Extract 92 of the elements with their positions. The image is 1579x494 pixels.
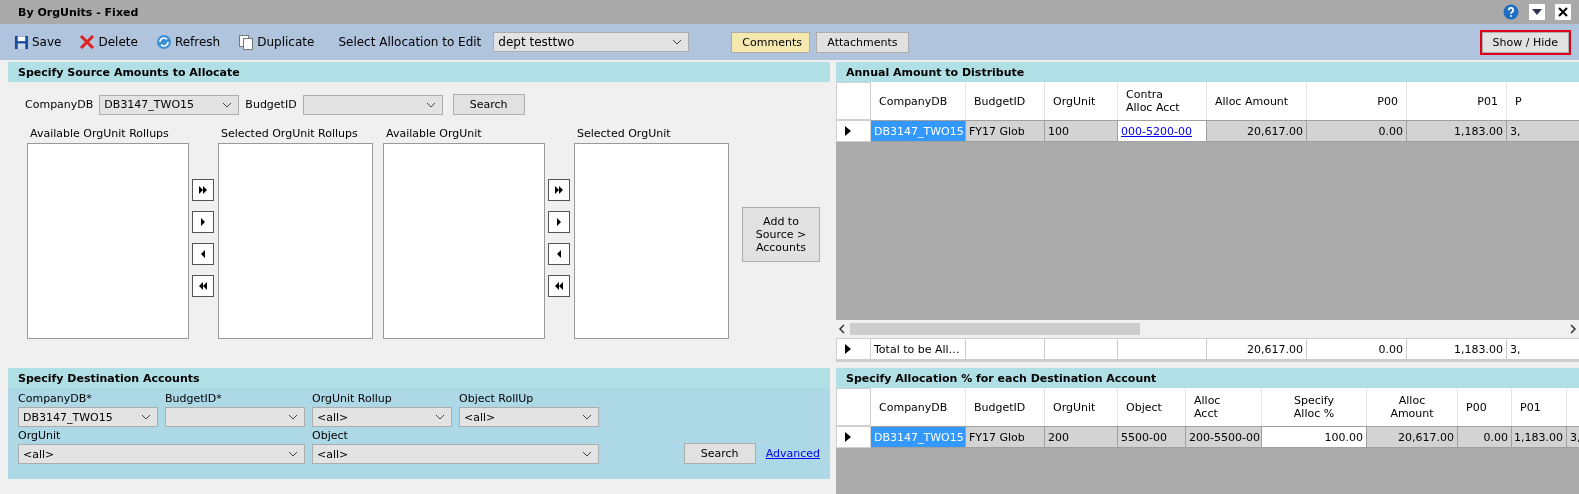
total-label: Total to be All…	[871, 338, 966, 360]
double-arrow-button[interactable]	[192, 179, 214, 201]
double-arrow-button[interactable]	[192, 275, 214, 297]
attachments-button[interactable]: Attachments	[816, 31, 909, 53]
table-cell: 200	[1045, 426, 1118, 448]
row-pointer-icon	[845, 432, 851, 442]
double-left-arrow-icon	[197, 281, 209, 291]
arrow-button[interactable]	[192, 243, 214, 265]
filter-dropdown[interactable]: <all>	[312, 407, 452, 427]
total-cell: 1,183.00	[1407, 338, 1507, 360]
scroll-right-icon[interactable]	[1569, 324, 1577, 334]
allocation-dropdown[interactable]: dept testtwo	[493, 32, 690, 52]
total-cell: 20,617.00	[1207, 338, 1307, 360]
chevron-down-icon	[222, 101, 233, 108]
double-left-arrow-icon	[553, 281, 565, 291]
chevron-down-icon	[288, 414, 298, 420]
help-icon[interactable]	[1503, 4, 1519, 20]
total-cell: 0.00	[1307, 338, 1407, 360]
list-label: Selected OrgUnit	[576, 127, 672, 141]
double-arrow-button[interactable]	[548, 179, 570, 201]
table-cell: 20,617.00	[1207, 120, 1307, 142]
table-cell: 1,183.00	[1512, 426, 1567, 448]
add-to-source-button[interactable]: Add to Source > Accounts	[742, 207, 820, 262]
chevron-down-icon	[288, 451, 298, 457]
field-label: CompanyDB*	[18, 392, 93, 405]
table-cell: DB3147_TWO15	[871, 120, 966, 142]
table-cell: FY17 Glob	[966, 426, 1045, 448]
scroll-left-icon[interactable]	[838, 324, 846, 334]
copy-icon	[238, 34, 255, 50]
chevron-down-icon	[582, 451, 592, 457]
field-label: BudgetID*	[165, 392, 223, 405]
row-pointer-icon	[845, 344, 851, 354]
search-button[interactable]: Search	[452, 94, 525, 115]
chevron-down-icon	[582, 414, 592, 420]
field-label: BudgetID	[245, 98, 297, 111]
percent-input[interactable]: 100.00	[1262, 426, 1367, 448]
close-icon[interactable]	[1555, 4, 1571, 20]
row-pointer-icon	[845, 126, 851, 136]
chevron-down-icon	[435, 414, 445, 420]
comments-button[interactable]: Comments	[731, 31, 811, 53]
company-dropdown[interactable]: DB3147_TWO15	[99, 94, 240, 115]
field-label: OrgUnit Rollup	[312, 392, 393, 405]
delete-icon	[79, 34, 96, 50]
account-link[interactable]: 000-5200-00	[1118, 120, 1207, 142]
section-header: Specify Destination Accounts	[8, 368, 830, 388]
section-header: Annual Amount to Distribute	[836, 62, 1579, 82]
allocation-label: Select Allocation to Edit	[338, 35, 482, 49]
list-label: Available OrgUnit Rollups	[29, 127, 170, 141]
dropdown-icon[interactable]	[1529, 4, 1545, 20]
double-right-arrow-icon	[197, 185, 209, 195]
table-cell: 3,	[1507, 120, 1579, 142]
table-cell: 5500-00	[1118, 426, 1186, 448]
toolbar-button[interactable]: Delete	[75, 34, 142, 50]
chevron-down-icon	[141, 414, 151, 420]
field-label: CompanyDB	[25, 98, 94, 111]
filter-dropdown[interactable]: <all>	[18, 444, 305, 464]
filter-dropdown[interactable]: <all>	[459, 407, 599, 427]
advanced-link[interactable]: Advanced	[765, 447, 820, 460]
horizontal-scrollbar[interactable]	[836, 322, 1579, 336]
chevron-down-icon	[425, 101, 436, 108]
arrow-button[interactable]	[192, 211, 214, 233]
section-header: Specify Source Amounts to Allocate	[8, 62, 830, 82]
filter-dropdown[interactable]: DB3147_TWO15	[18, 407, 158, 427]
table-cell: 0.00	[1307, 120, 1407, 142]
toolbar-button[interactable]: Save	[10, 34, 66, 50]
double-right-arrow-icon	[553, 185, 565, 195]
table-cell: 100	[1045, 120, 1118, 142]
arrow-button[interactable]	[548, 211, 570, 233]
refresh-icon	[155, 34, 172, 50]
toolbar-button[interactable]: Duplicate	[234, 34, 319, 50]
field-label: Object	[312, 429, 349, 442]
search-button[interactable]: Search	[683, 443, 756, 464]
table-cell: DB3147_TWO15	[871, 426, 966, 448]
table-cell: FY17 Glob	[966, 120, 1045, 142]
list-label: Available OrgUnit	[385, 127, 483, 141]
table-cell: 0.00	[1458, 426, 1512, 448]
total-cell: 3,	[1507, 338, 1579, 360]
double-arrow-button[interactable]	[548, 275, 570, 297]
list-label: Selected OrgUnit Rollups	[220, 127, 359, 141]
table-cell: 1,183.00	[1407, 120, 1507, 142]
field-label: Object RollUp	[459, 392, 535, 405]
chevron-down-icon	[672, 39, 683, 45]
window-title: By OrgUnits - Fixed	[18, 5, 140, 19]
table-cell: 20,617.00	[1367, 426, 1458, 448]
toolbar-button[interactable]: Refresh	[151, 34, 225, 50]
arrow-button[interactable]	[548, 243, 570, 265]
section-header: Specify Allocation % for each Destination Account	[836, 368, 1579, 388]
field-label: OrgUnit	[18, 429, 62, 442]
show-hide-button[interactable]: Show / Hide	[1481, 31, 1569, 53]
table-cell: 200-5500-00	[1186, 426, 1262, 448]
filter-dropdown[interactable]: <all>	[312, 444, 599, 464]
table-cell: 3,	[1567, 426, 1579, 448]
